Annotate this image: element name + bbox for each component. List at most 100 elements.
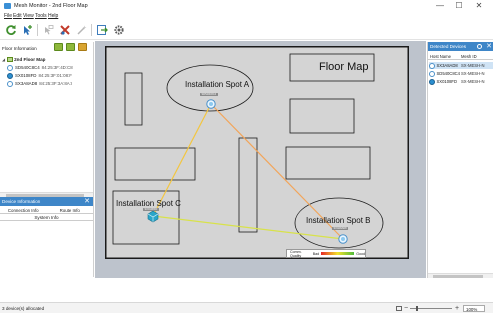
menu-file[interactable]: File (4, 13, 12, 19)
map-canvas-area[interactable]: Floor Map Installation Spot A SD540C8C4 … (95, 41, 426, 278)
device-information-title: Device Information (2, 199, 41, 204)
close-detected-devices-button[interactable]: ✕ (486, 42, 492, 51)
settings-icon (113, 24, 124, 35)
legend-bad: Bad (312, 251, 320, 256)
auto-layout-button[interactable] (74, 22, 89, 37)
column-host-name[interactable]: Host Name (430, 53, 451, 60)
device-icon (7, 80, 13, 87)
export-button[interactable] (94, 22, 109, 37)
title-bar: Mesh Monitor - 2nd Floor Map — ☐ ✕ (0, 0, 493, 12)
zoom-slider-thumb[interactable] (416, 306, 418, 311)
spot-a-device-label: SD540C8C4 (200, 93, 218, 96)
settings-button[interactable] (111, 22, 126, 37)
add-device-button[interactable] (20, 22, 35, 37)
device-mesh-id: SX-MESH-N (461, 71, 485, 76)
menu-bar: File Edit View Tools Help (0, 12, 493, 20)
scrollbar-thumb[interactable] (433, 275, 483, 278)
move-button[interactable] (40, 22, 55, 37)
spot-c-device-label: SX0108FD (143, 208, 159, 211)
collapse-icon[interactable]: ◢ (2, 57, 5, 62)
status-bar: 3 device(s) allocated − + 100% (0, 302, 493, 313)
device-information-header: Device Information ✕ (0, 197, 93, 206)
refresh-devices-icon[interactable] (477, 44, 482, 49)
fit-to-window-button[interactable] (396, 306, 402, 311)
detected-device-row[interactable]: SX3A8AD8 SX-MESH-N (429, 62, 493, 69)
spot-b-device-label: SX3A8AD8 (332, 227, 349, 230)
tree-floor-map[interactable]: ◢ 2nd Floor Map (2, 56, 45, 63)
menu-view[interactable]: View (23, 13, 34, 19)
close-device-info-button[interactable]: ✕ (84, 197, 90, 206)
toolbar (0, 20, 493, 40)
device-mesh-id: SX-MESH-N (461, 79, 485, 84)
tree-device-item[interactable]: SX3A8AD8 84:25:3F:3A:8A:I (7, 80, 72, 87)
device-mesh-id: SX-MESH-N (461, 63, 485, 68)
horizontal-scrollbar[interactable] (428, 273, 493, 278)
detected-devices-header: Detected Devices ✕ (428, 42, 493, 51)
spot-a-label: Installation Spot A (185, 80, 250, 89)
edit-map-button[interactable] (66, 43, 75, 51)
legend-gradient (321, 252, 355, 255)
floor-information-header: Floor Information (2, 46, 37, 51)
system-info-section[interactable]: System Info (0, 214, 93, 221)
device-hub-icon (7, 72, 13, 79)
device-mac: 84:25:3F:3A:8A:I (39, 81, 73, 86)
tab-connection-info[interactable]: Connection Info (0, 207, 47, 214)
delete-icon (59, 24, 70, 35)
column-mesh-id[interactable]: Mesh ID (461, 53, 477, 60)
device-mac: 84:25:3F:4D:C8 (41, 65, 73, 70)
app-icon (4, 3, 11, 9)
device-name: SD540C8C4 (15, 65, 40, 70)
close-window-button[interactable]: ✕ (472, 1, 486, 11)
device-info-tabs: Connection Info Route Info (0, 207, 93, 214)
maximize-button[interactable]: ☐ (452, 1, 466, 11)
menu-edit[interactable]: Edit (13, 13, 22, 19)
add-device-icon (23, 24, 32, 35)
toolbar-separator (91, 24, 92, 36)
device-host-name: SX0108FD (436, 79, 457, 84)
menu-tools[interactable]: Tools (35, 13, 47, 19)
zoom-level-select[interactable]: 100% (463, 305, 485, 312)
device-icon (7, 64, 13, 71)
detected-device-row[interactable]: SX0108FD SX-MESH-N (429, 78, 493, 85)
floor-map[interactable]: Floor Map Installation Spot A SD540C8C4 … (105, 46, 409, 259)
move-icon (44, 24, 53, 34)
device-icon (429, 62, 435, 69)
device-information-panel: Device Information ✕ Connection Info Rou… (0, 197, 94, 277)
tree-device-item[interactable]: SX0108FD 84:25:3F:01:08:F (7, 72, 72, 79)
tree-device-item[interactable]: SD540C8C4 84:25:3F:4D:C8 (7, 64, 73, 71)
device-node-a[interactable] (206, 99, 216, 109)
map-icon (6, 57, 13, 62)
device-host-name: SX3A8AD8 (436, 63, 458, 68)
floor-map-drawing (105, 46, 409, 259)
device-hub-icon (429, 78, 435, 85)
add-map-button[interactable] (54, 43, 63, 51)
zoom-in-button[interactable]: + (455, 304, 459, 313)
detected-devices-columns: Host Name Mesh ID (428, 53, 493, 60)
refresh-button[interactable] (3, 22, 18, 37)
floor-map-title: Floor Map (319, 61, 369, 73)
floor-map-name: 2nd Floor Map (14, 57, 46, 62)
tab-route-info[interactable]: Route Info (46, 207, 93, 214)
legend-good: Good (356, 251, 365, 256)
spot-b-label: Installation Spot B (306, 216, 371, 225)
detected-devices-title: Detected Devices (430, 44, 467, 49)
device-name: SX3A8AD8 (15, 81, 38, 86)
delete-button[interactable] (57, 22, 72, 37)
status-text: 3 device(s) allocated (2, 306, 45, 311)
zoom-out-button[interactable]: − (404, 304, 408, 313)
comm-quality-legend: Comm. Quality Bad Good (286, 249, 366, 258)
device-mac: 84:25:3F:01:08:F (38, 73, 72, 78)
minimize-button[interactable]: — (433, 1, 447, 11)
menu-help[interactable]: Help (48, 13, 58, 19)
device-host-name: SD540C8C4 (436, 71, 461, 76)
detected-device-row[interactable]: SD540C8C4 SX-MESH-N (429, 70, 493, 77)
remove-map-button[interactable] (78, 43, 87, 51)
device-node-b[interactable] (338, 234, 348, 244)
spot-c-label: Installation Spot C (116, 199, 181, 208)
device-icon (429, 70, 435, 77)
wand-icon (76, 25, 86, 35)
window-title: Mesh Monitor - 2nd Floor Map (14, 3, 88, 9)
export-icon (96, 24, 108, 35)
legend-label: Comm. Quality (290, 249, 302, 258)
floor-information-panel: Floor Information ◢ 2nd Floor Map SD540C… (0, 42, 94, 197)
